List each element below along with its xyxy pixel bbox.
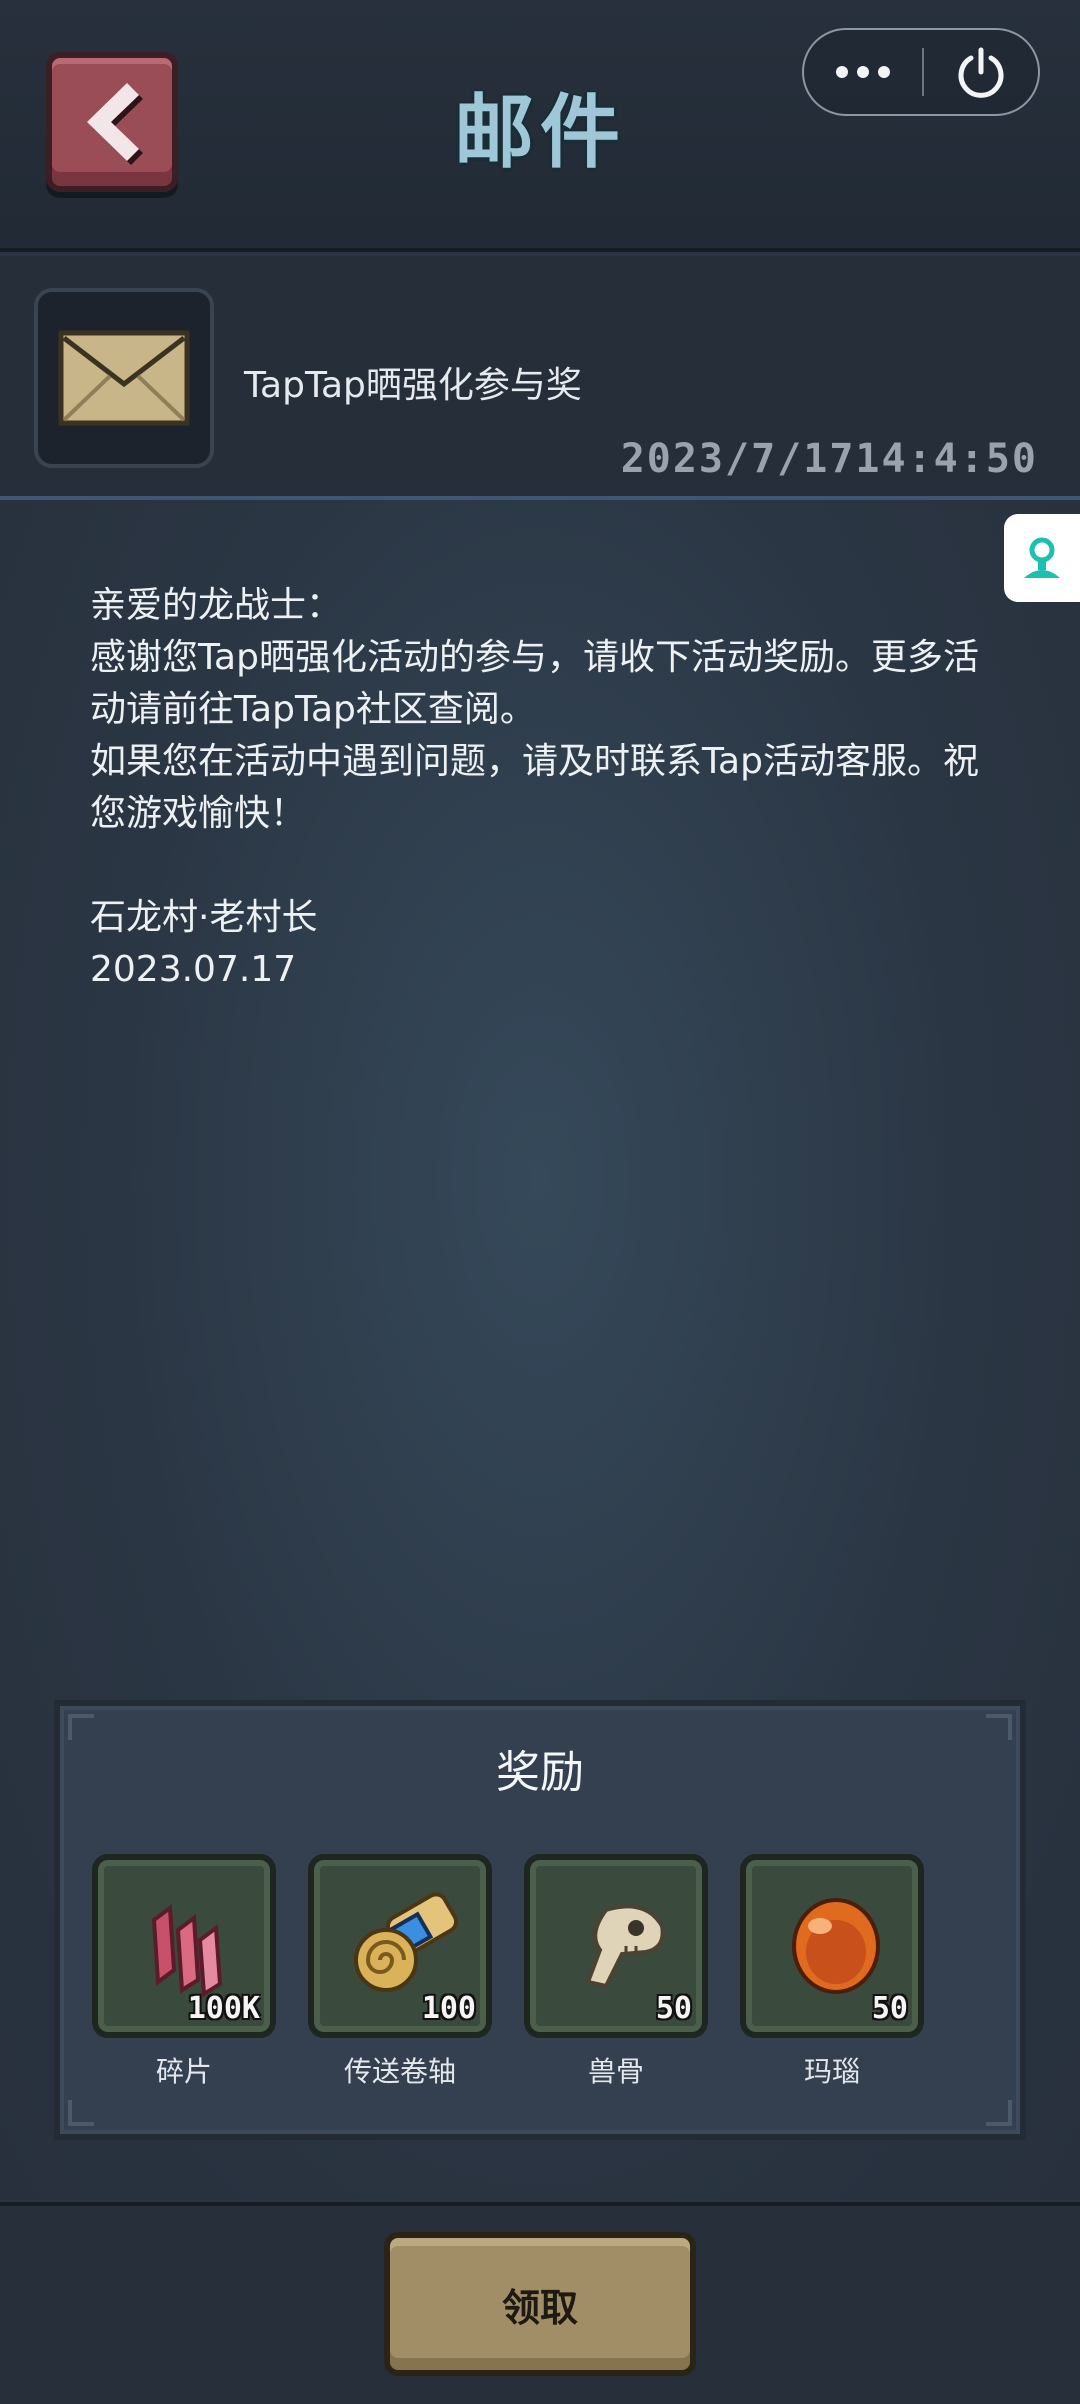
reward-slot: 50 — [740, 1854, 924, 2038]
mail-subject: TapTap晒强化参与奖 — [244, 365, 582, 406]
scroll-icon — [354, 1892, 459, 1992]
reward-label: 兽骨 — [587, 2055, 644, 2088]
mail-date: 2023/7/1714:4:50 — [620, 436, 1038, 482]
beast-skull-icon — [585, 1904, 665, 1989]
reward-item-agate[interactable]: 50 玛瑙 — [740, 1854, 924, 2090]
reward-item-scroll[interactable]: 100 传送卷轴 — [308, 1854, 492, 2090]
mail-signature: 石龙村·老村长 — [90, 897, 318, 938]
reward-quantity: 100 — [421, 1991, 476, 2026]
mail-greeting: 亲爱的龙战士： — [90, 585, 343, 626]
crystal-shard-icon — [151, 1904, 223, 1998]
power-icon[interactable] — [924, 30, 1038, 114]
mail-text: 亲爱的龙战士： 感谢您Tap晒强化活动的参与，请收下活动奖励。更多活动请前往Ta… — [90, 580, 1010, 996]
reward-title: 奖励 — [496, 1747, 584, 1798]
reward-label: 碎片 — [155, 2055, 212, 2088]
envelope-frame — [34, 288, 214, 468]
reward-label: 玛瑙 — [803, 2055, 860, 2088]
reward-quantity: 50 — [655, 1991, 692, 2026]
support-tab[interactable] — [1004, 514, 1080, 602]
more-dots-icon[interactable] — [804, 30, 922, 114]
support-agent-icon — [1024, 537, 1060, 578]
reward-item-shard[interactable]: 100K 碎片 — [92, 1854, 276, 2090]
top-bar: 邮件 — [0, 0, 1080, 252]
mail-signature-date: 2023.07.17 — [90, 949, 297, 990]
reward-label: 传送卷轴 — [343, 2055, 456, 2088]
footer-bar: 领取 — [0, 2202, 1080, 2404]
reward-slot: 100K — [92, 1854, 276, 2038]
reward-slot: 100 — [308, 1854, 492, 2038]
mini-program-capsule — [802, 28, 1040, 116]
mail-header: TapTap晒强化参与奖 2023/7/1714:4:50 — [0, 256, 1080, 500]
reward-quantity: 100K — [187, 1991, 260, 2026]
reward-slot: 50 — [524, 1854, 708, 2038]
mail-paragraph: 如果您在活动中遇到问题，请及时联系Tap活动客服。祝您游戏愉快！ — [90, 741, 979, 834]
agate-icon — [792, 1898, 880, 1994]
reward-panel: 奖励 100K 碎片 100 传送卷轴 50 兽骨 50 玛瑙 — [54, 1700, 1026, 2140]
envelope-icon — [58, 330, 190, 426]
mail-paragraph: 感谢您Tap晒强化活动的参与，请收下活动奖励。更多活动请前往TapTap社区查阅… — [90, 637, 979, 730]
reward-quantity: 50 — [871, 1991, 908, 2026]
claim-button[interactable]: 领取 — [384, 2232, 696, 2376]
reward-item-bone[interactable]: 50 兽骨 — [524, 1854, 708, 2090]
